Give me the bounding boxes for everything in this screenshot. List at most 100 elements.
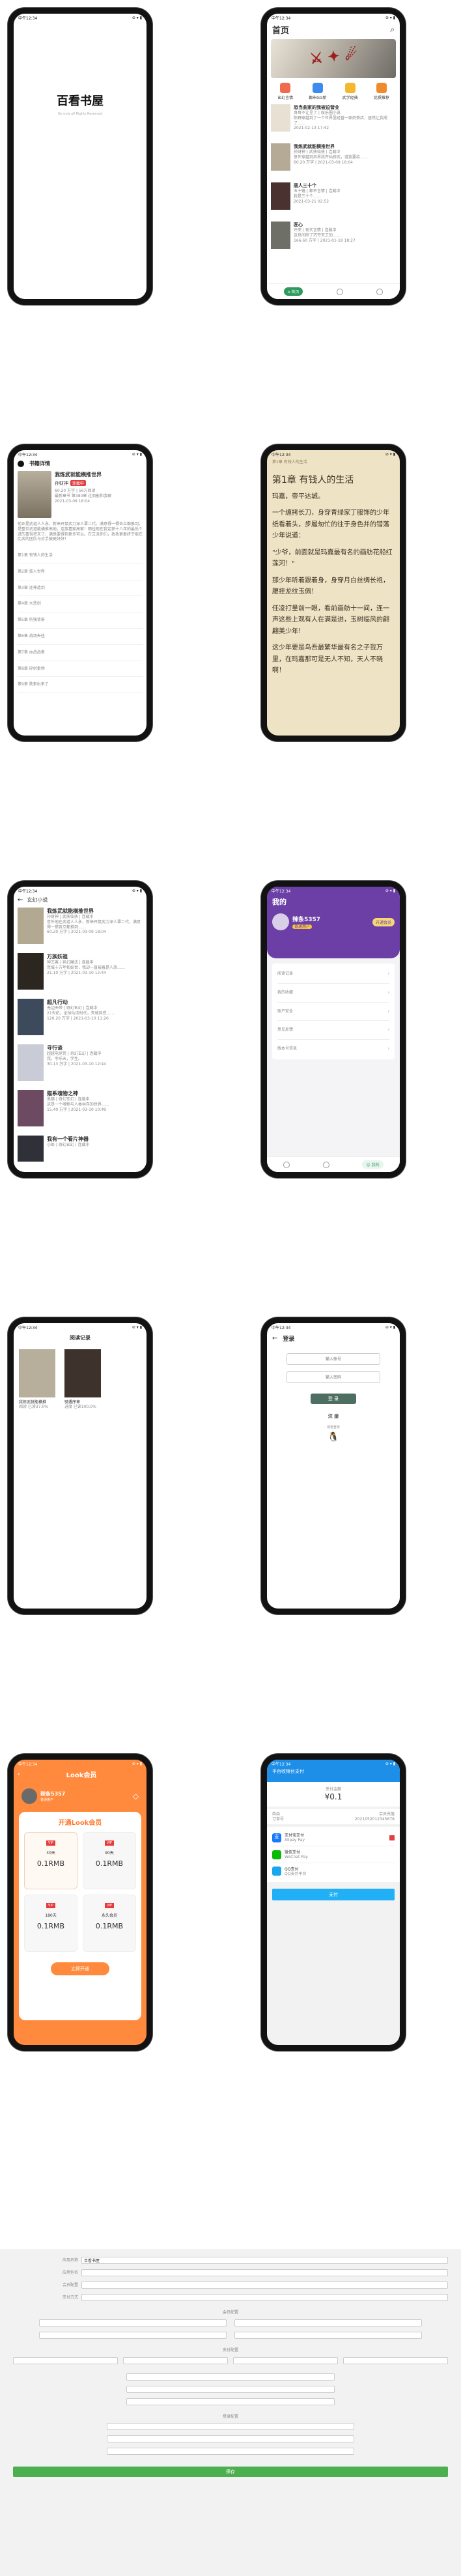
plan-90-days[interactable]: VIP 90天 0.1RMB (83, 1832, 136, 1889)
chapter-item[interactable]: 第2章 骇人世界 (18, 564, 143, 580)
book-cover (18, 1044, 44, 1081)
login-button[interactable]: 登 录 (311, 1394, 356, 1404)
list-item[interactable]: 唐人三十个 五十锤 | 都市言情 | 连载中 我是三十个…… 2021-03-21 0… (271, 182, 396, 222)
home-screen: 中午12:34 ⊘ ▾ ▮ 首页 ⌕ ⚔ ✦ ☄ 玄幻言情 都市GG新 武学经典 … (261, 8, 406, 305)
register-link[interactable]: 注 册 (286, 1413, 380, 1420)
card-title: 开通Look会员 (58, 1820, 102, 1827)
chapter-item[interactable]: 第6章 战场去往 (18, 629, 143, 645)
vip-select[interactable] (81, 2282, 448, 2289)
tab-category[interactable] (322, 1161, 329, 1168)
qq-option[interactable]: QQ支付 QQ支付平台 (272, 1863, 395, 1880)
plan-30-days[interactable]: VIP 30天 0.1RMB (24, 1832, 77, 1889)
config-input[interactable] (13, 2356, 118, 2364)
menu-item-version[interactable]: 版本号信息 › (277, 1040, 389, 1058)
diamond-icon: ◇ (132, 1792, 139, 1801)
checkbox[interactable] (389, 1835, 395, 1840)
config-input[interactable] (39, 2319, 227, 2326)
alipay-option[interactable]: 支支付宝支付 Alipay Pay (272, 1829, 395, 1847)
chapter-item[interactable]: 第1章 有钱人的生活 (18, 548, 143, 564)
menu-item-history[interactable]: 阅读记录 › (277, 965, 389, 984)
alipay-icon: 支 (272, 1833, 281, 1842)
list-item[interactable]: 超凡行动 无边天帝 | 奇幻玄幻 | 连载中 21世纪，全球仙法时代，天地异变…… 1… (18, 999, 143, 1044)
category-wuxue[interactable]: 武学经典 (342, 83, 358, 100)
buy-button[interactable]: 立即开通 (51, 1962, 109, 1975)
vip-button[interactable]: 开通会员 (372, 917, 395, 926)
category-tuijian[interactable]: 优质推荐 (374, 83, 389, 100)
list-item[interactable]: 猫系魂物之神 黑猫 | 奇幻玄幻 | 连载中 这是一个魂物与人类共存的世界…… 15.… (18, 1090, 143, 1136)
password-field[interactable] (286, 1371, 380, 1383)
avatar (21, 1788, 37, 1804)
tab-category[interactable] (336, 288, 343, 295)
back-arrow-icon[interactable]: ← (18, 896, 23, 904)
package-input[interactable] (81, 2269, 448, 2276)
wechat-option[interactable]: 微信支付 WeChat Pay (272, 1846, 395, 1863)
menu-item-feedback[interactable]: 意见反馈 › (277, 1021, 389, 1040)
category-dushi[interactable]: 都市GG新 (309, 83, 327, 100)
chevron-right-icon: › (387, 990, 389, 995)
config-input[interactable] (107, 2448, 354, 2455)
or-divider: 或者登录 (326, 1425, 340, 1429)
config-input[interactable] (107, 2435, 354, 2443)
book-cover (271, 104, 290, 132)
menu-item-favorites[interactable]: 我的收藏 › (277, 984, 389, 1003)
qq-login-icon[interactable]: 🐧 (286, 1432, 380, 1442)
list-item[interactable]: 匠心 许荣 | 现代言情 | 连载中 这世间除了巧夺天工的…… 166.60 万字 |… (271, 222, 396, 261)
list-item[interactable]: 我炼武就能横推世界 孙财神 | 武侠仙侠 | 连载中 意外地在武道人人永，新来开鼠武… (18, 908, 143, 953)
config-input[interactable] (343, 2356, 448, 2364)
chapter-item[interactable]: 第3章 还神造剑 (18, 580, 143, 597)
submit-button[interactable]: 保存 (13, 2467, 448, 2478)
config-input[interactable] (126, 2397, 335, 2405)
chapter-content[interactable]: 玛嘉，帝平达城。 一个缠拷长刀，身穿青绿家丁服饰的少年纸看着头，步履匆忙的往于身… (267, 489, 400, 685)
tab-profile[interactable] (376, 288, 384, 295)
vip-card: 开通Look会员 VIP 30天 0.1RMB VIP 90天 0.1RMB VIP 18… (19, 1812, 141, 2020)
app-name-input[interactable]: 百看书屋 (81, 2257, 448, 2264)
tab-profile[interactable]: ☺ 我的 (362, 1160, 384, 1169)
search-icon[interactable]: ⌕ (390, 25, 395, 35)
back-button[interactable] (18, 460, 24, 467)
list-item[interactable]: 恐当曲家的我被迫营业 哥哥不让呈了 | 娱乐圈小说 陈野穿越到了一个世界里经营一家奶… (271, 104, 396, 143)
page-title: 书籍详情 (29, 461, 50, 466)
book-title: 我炼武就能横推世界 (55, 472, 102, 478)
pay-button[interactable]: 支付 (272, 1888, 395, 1900)
pay-methods: 支支付宝支付 Alipay Pay 微信支付 WeChat Pay QQ支付 QQ支付… (267, 1827, 400, 1882)
splash-title: 百看书屋 (57, 94, 104, 108)
list-item[interactable]: 万族妖祖 神王客 | 异幻魔法 | 连载中 荒城十万年和妖世，我却一直被着是人族……… (18, 953, 143, 999)
menu-item-security[interactable]: 账户安全 › (277, 1003, 389, 1022)
page-title: Look会员 (66, 1772, 97, 1779)
config-input[interactable] (123, 2356, 228, 2364)
list-item[interactable]: 我有一个看片神器 小郎 | 奇幻玄幻 | 连载中 (18, 1136, 143, 1168)
config-input[interactable] (39, 2331, 227, 2339)
config-input[interactable] (107, 2423, 354, 2431)
tab-home[interactable] (283, 1161, 290, 1168)
book-cover (18, 999, 44, 1035)
config-input[interactable] (126, 2385, 335, 2393)
history-item[interactable]: 我炼武就能横推 阅读 已读37.0% (19, 1349, 58, 1410)
plan-180-days[interactable]: VIP 180天 0.1RMB (24, 1895, 77, 1952)
sword-icon (344, 83, 356, 93)
book-cover (18, 1136, 44, 1162)
banner[interactable]: ⚔ ✦ ☄ (271, 39, 396, 78)
account-field[interactable] (286, 1353, 380, 1365)
list-item[interactable]: 寻行谈 超越电竞荒 | 奇幻玄幻 | 连载中 我，李乐天，学生。 30.13 万字 |… (18, 1044, 143, 1090)
config-input[interactable] (126, 2373, 335, 2381)
config-input[interactable] (233, 2356, 338, 2364)
chevron-right-icon: › (387, 1027, 389, 1033)
tab-home[interactable]: ⌂ 首页 (283, 287, 303, 296)
back-arrow-icon[interactable]: ← (272, 1335, 277, 1342)
splash-subtitle: Go now all Rights Reserved (57, 112, 103, 116)
chapter-item[interactable]: 第7章 血战战者 (18, 645, 143, 661)
category-xuanhuan[interactable]: 玄幻言情 (277, 83, 293, 100)
list-item[interactable]: 我炼武就能横推世界 孙财神 | 武侠仙侠 | 连载中 意外穿越到异界我开始修武，道我… (271, 143, 396, 182)
book-cover (18, 908, 44, 944)
history-item[interactable]: 骑遇序章 进度 已读100.0% (64, 1349, 104, 1410)
chapter-item[interactable]: 第5章 伤强背景 (18, 612, 143, 629)
config-input[interactable] (234, 2319, 422, 2326)
chapter-item[interactable]: 第9章 跌拳出来了 (18, 677, 143, 694)
status-bar: 中午12:34 ⊘ ▾ ▮ (18, 452, 142, 457)
avatar[interactable] (272, 913, 289, 930)
pay-select[interactable] (81, 2294, 448, 2301)
plan-lifetime[interactable]: VIP 永久会员 0.1RMB (83, 1895, 136, 1952)
chapter-item[interactable]: 第8章 碎剑拳场 (18, 661, 143, 678)
chapter-item[interactable]: 第4章 大悲剑 (18, 596, 143, 613)
config-input[interactable] (234, 2331, 422, 2339)
